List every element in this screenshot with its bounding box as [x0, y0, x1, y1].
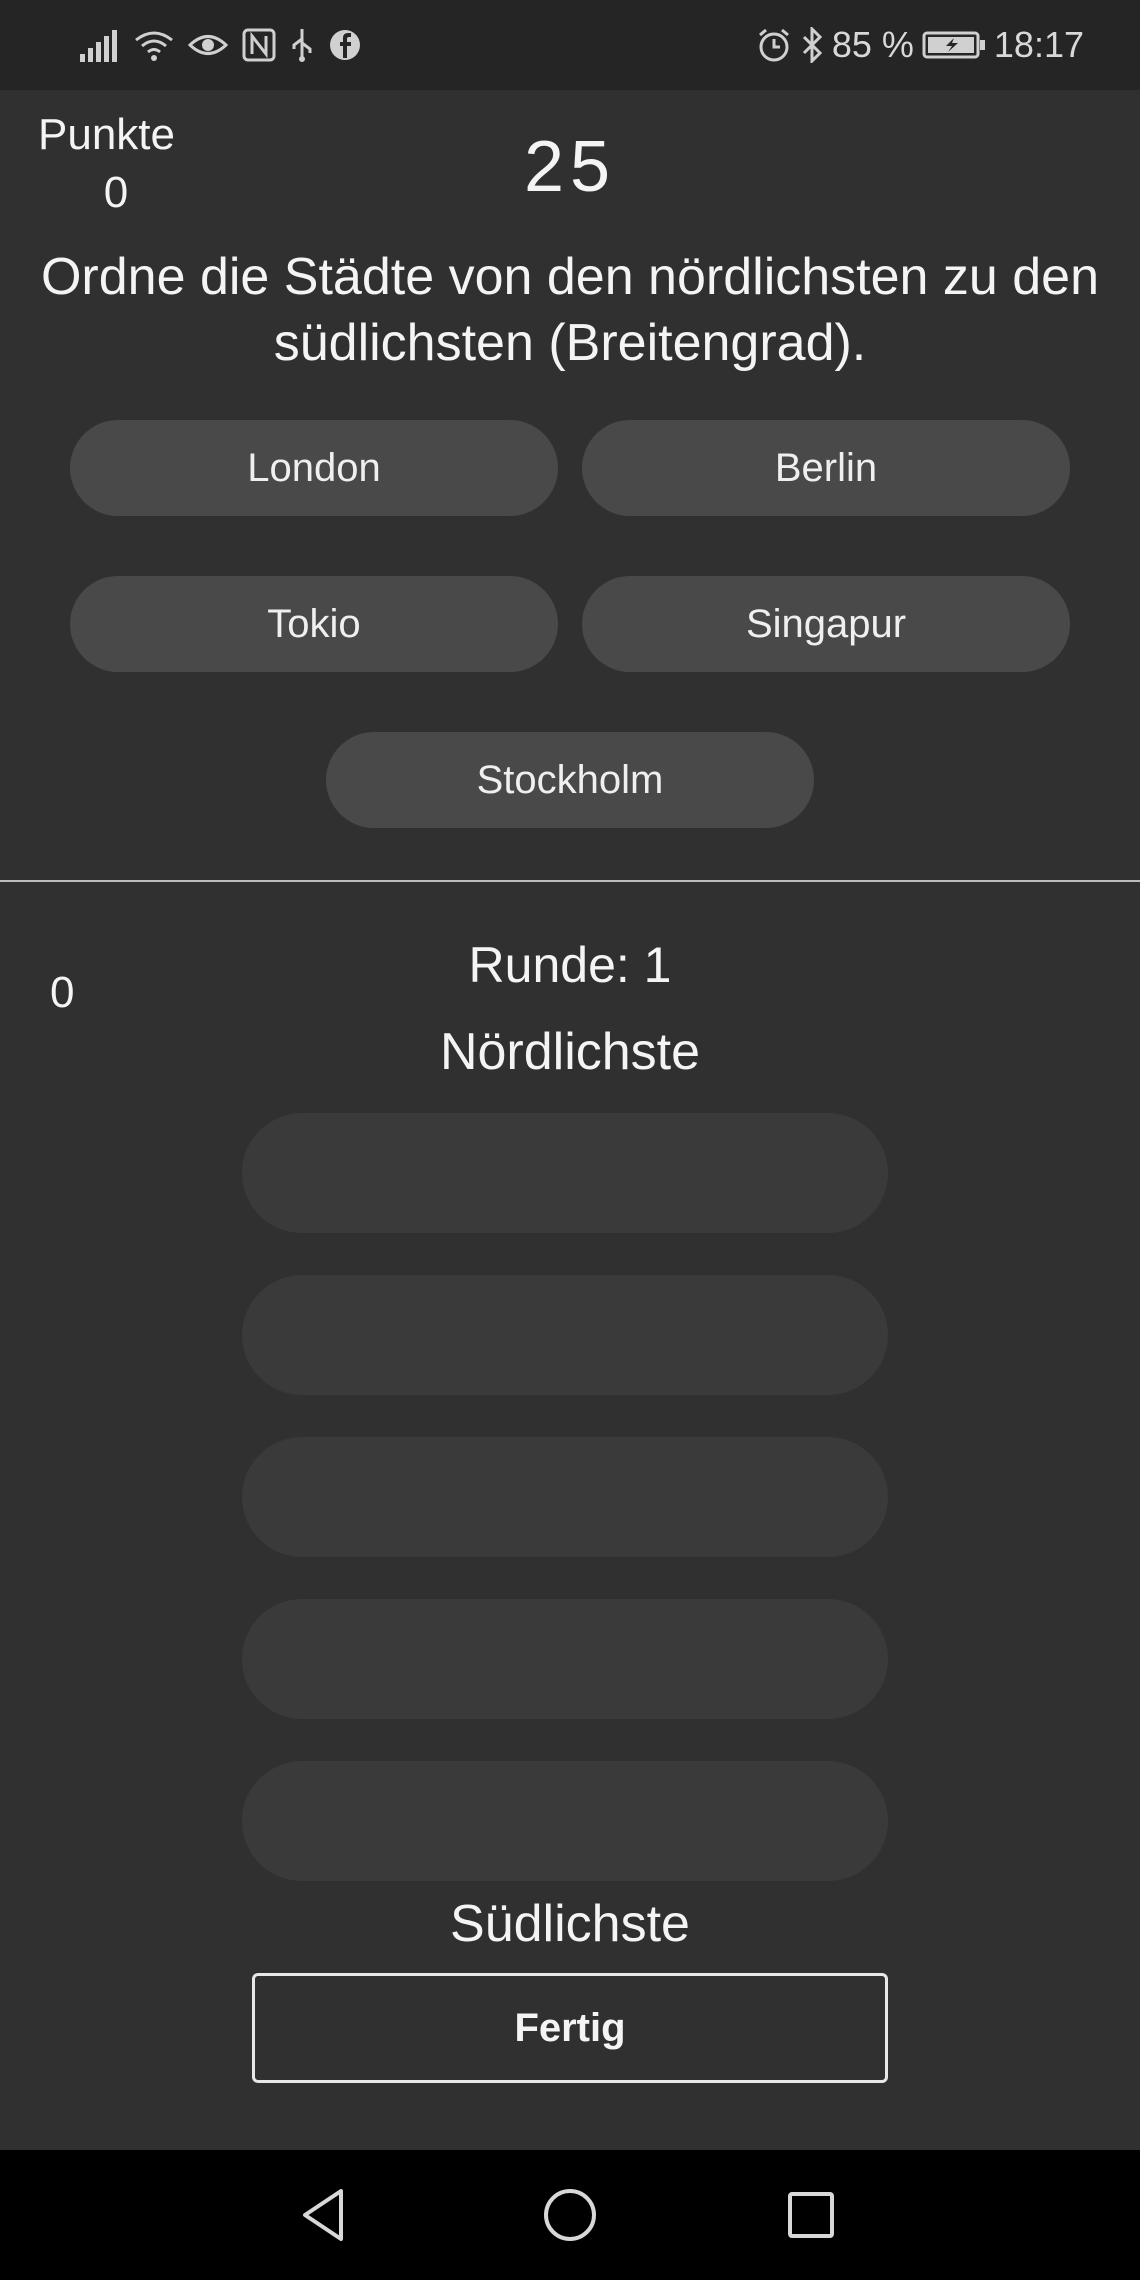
done-button[interactable]: Fertig	[252, 1973, 888, 2083]
recent-apps-icon[interactable]	[766, 2170, 856, 2260]
city-option-berlin[interactable]: Berlin	[582, 420, 1070, 516]
countdown-timer: 25	[523, 127, 617, 207]
city-option-london[interactable]: London	[70, 420, 558, 516]
points-value: 0	[103, 168, 129, 217]
status-icons-right: 85 % 18:17	[756, 20, 1084, 70]
order-slot-1[interactable]	[242, 1113, 888, 1233]
alarm-icon	[756, 27, 792, 63]
clock: 18:17	[993, 24, 1084, 65]
order-slot-5[interactable]	[242, 1761, 888, 1881]
app-screen: 85 % 18:17 Punkte 0 25 Ordne die Städte …	[0, 0, 1140, 2280]
city-option-stockholm[interactable]: Stockholm	[326, 732, 814, 828]
points-label: Punkte	[38, 110, 175, 159]
back-icon[interactable]	[280, 2170, 370, 2260]
facebook-icon	[328, 28, 362, 62]
order-slot-3[interactable]	[242, 1437, 888, 1557]
navigation-bar	[0, 2150, 1140, 2280]
wifi-icon	[134, 28, 174, 62]
home-icon[interactable]	[525, 2170, 615, 2260]
signal-icon	[80, 28, 120, 62]
status-bar: 85 % 18:17	[0, 0, 1140, 90]
order-slot-4[interactable]	[242, 1599, 888, 1719]
status-icons-left	[80, 22, 362, 68]
order-slot-2[interactable]	[242, 1275, 888, 1395]
northernmost-label: Nördlichste	[439, 1023, 701, 1081]
battery-charging-icon	[922, 29, 986, 61]
round-label: Runde: 1	[468, 937, 672, 993]
section-divider	[0, 880, 1140, 882]
city-option-singapur[interactable]: Singapur	[582, 576, 1070, 672]
battery-percent: 85 %	[831, 24, 914, 65]
eye-icon	[188, 30, 228, 60]
southernmost-label: Südlichste	[450, 1895, 690, 1953]
bluetooth-icon	[800, 27, 824, 63]
city-option-tokio[interactable]: Tokio	[70, 576, 558, 672]
nfc-icon	[242, 28, 276, 62]
question-text: Ordne die Städte von den nördlichsten zu…	[40, 248, 1100, 372]
usb-icon	[290, 27, 314, 63]
